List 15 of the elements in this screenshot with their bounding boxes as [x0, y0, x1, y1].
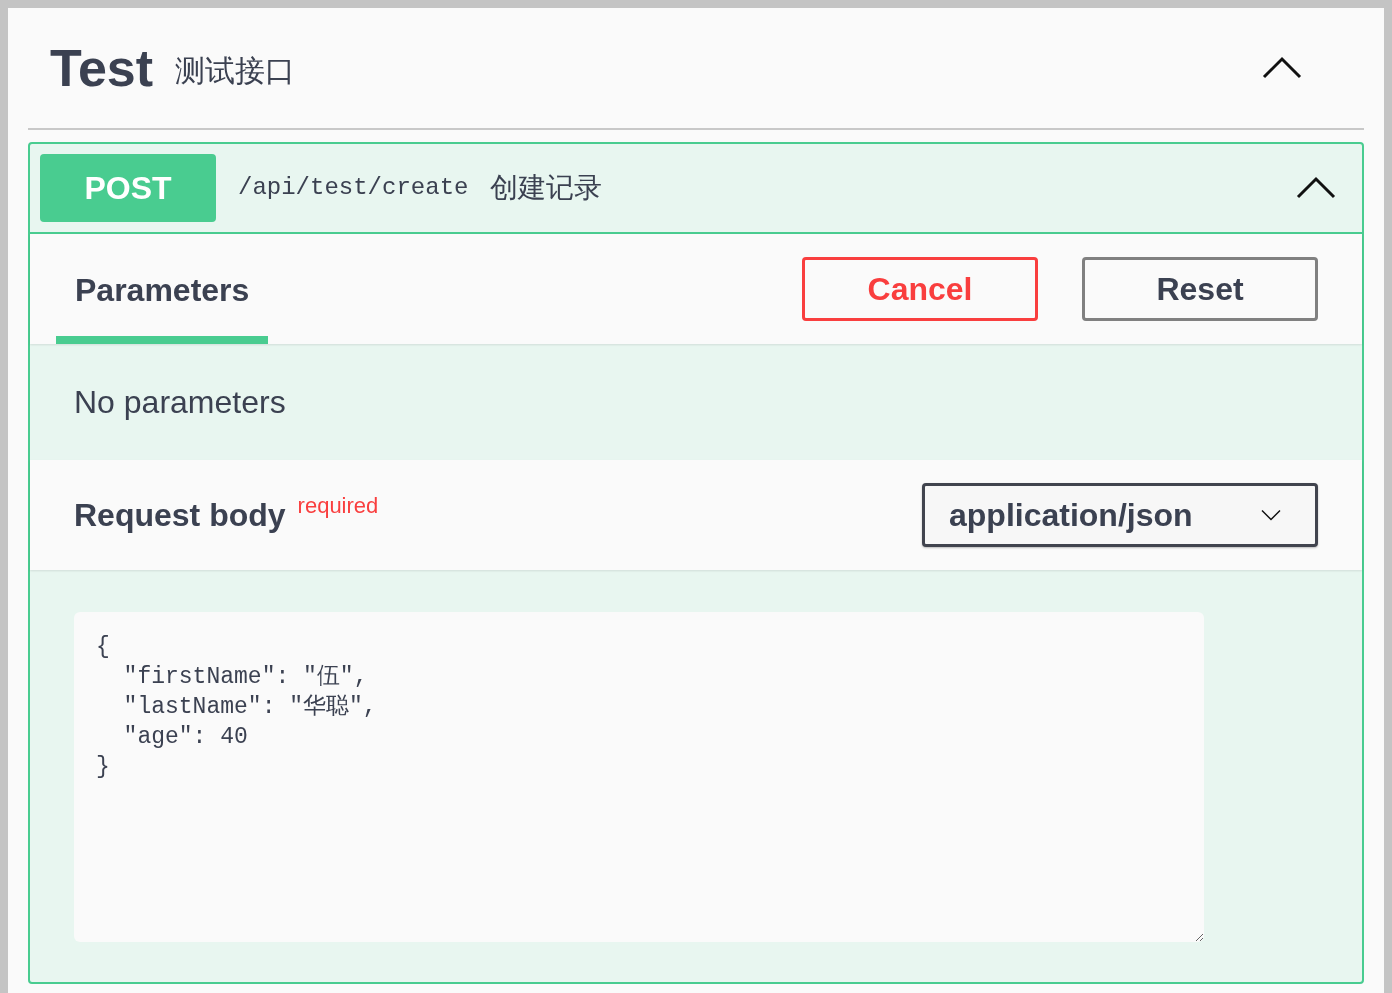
- endpoint-summary: 创建记录: [490, 171, 603, 205]
- chevron-icon[interactable]: [1296, 176, 1336, 200]
- chevron-icon[interactable]: [1262, 56, 1302, 80]
- reset-button[interactable]: Reset: [1082, 257, 1318, 321]
- request-body-editor[interactable]: { "firstName": "伍", "lastName": "华聪", "age": 40 }: [74, 612, 1204, 942]
- chevron-down-icon[interactable]: [1261, 509, 1281, 521]
- endpoint-path: /api/test/create: [238, 173, 469, 203]
- request-body-title: Request body: [74, 496, 286, 535]
- tag-title: Test: [50, 38, 154, 99]
- required-label: required: [297, 491, 379, 520]
- parameters-tab[interactable]: Parameters: [56, 234, 269, 344]
- tag-description: 测试接口: [175, 52, 296, 89]
- no-parameters-text: No parameters: [74, 383, 286, 422]
- method-badge: POST: [40, 154, 216, 222]
- content-type-select[interactable]: application/json: [922, 483, 1318, 547]
